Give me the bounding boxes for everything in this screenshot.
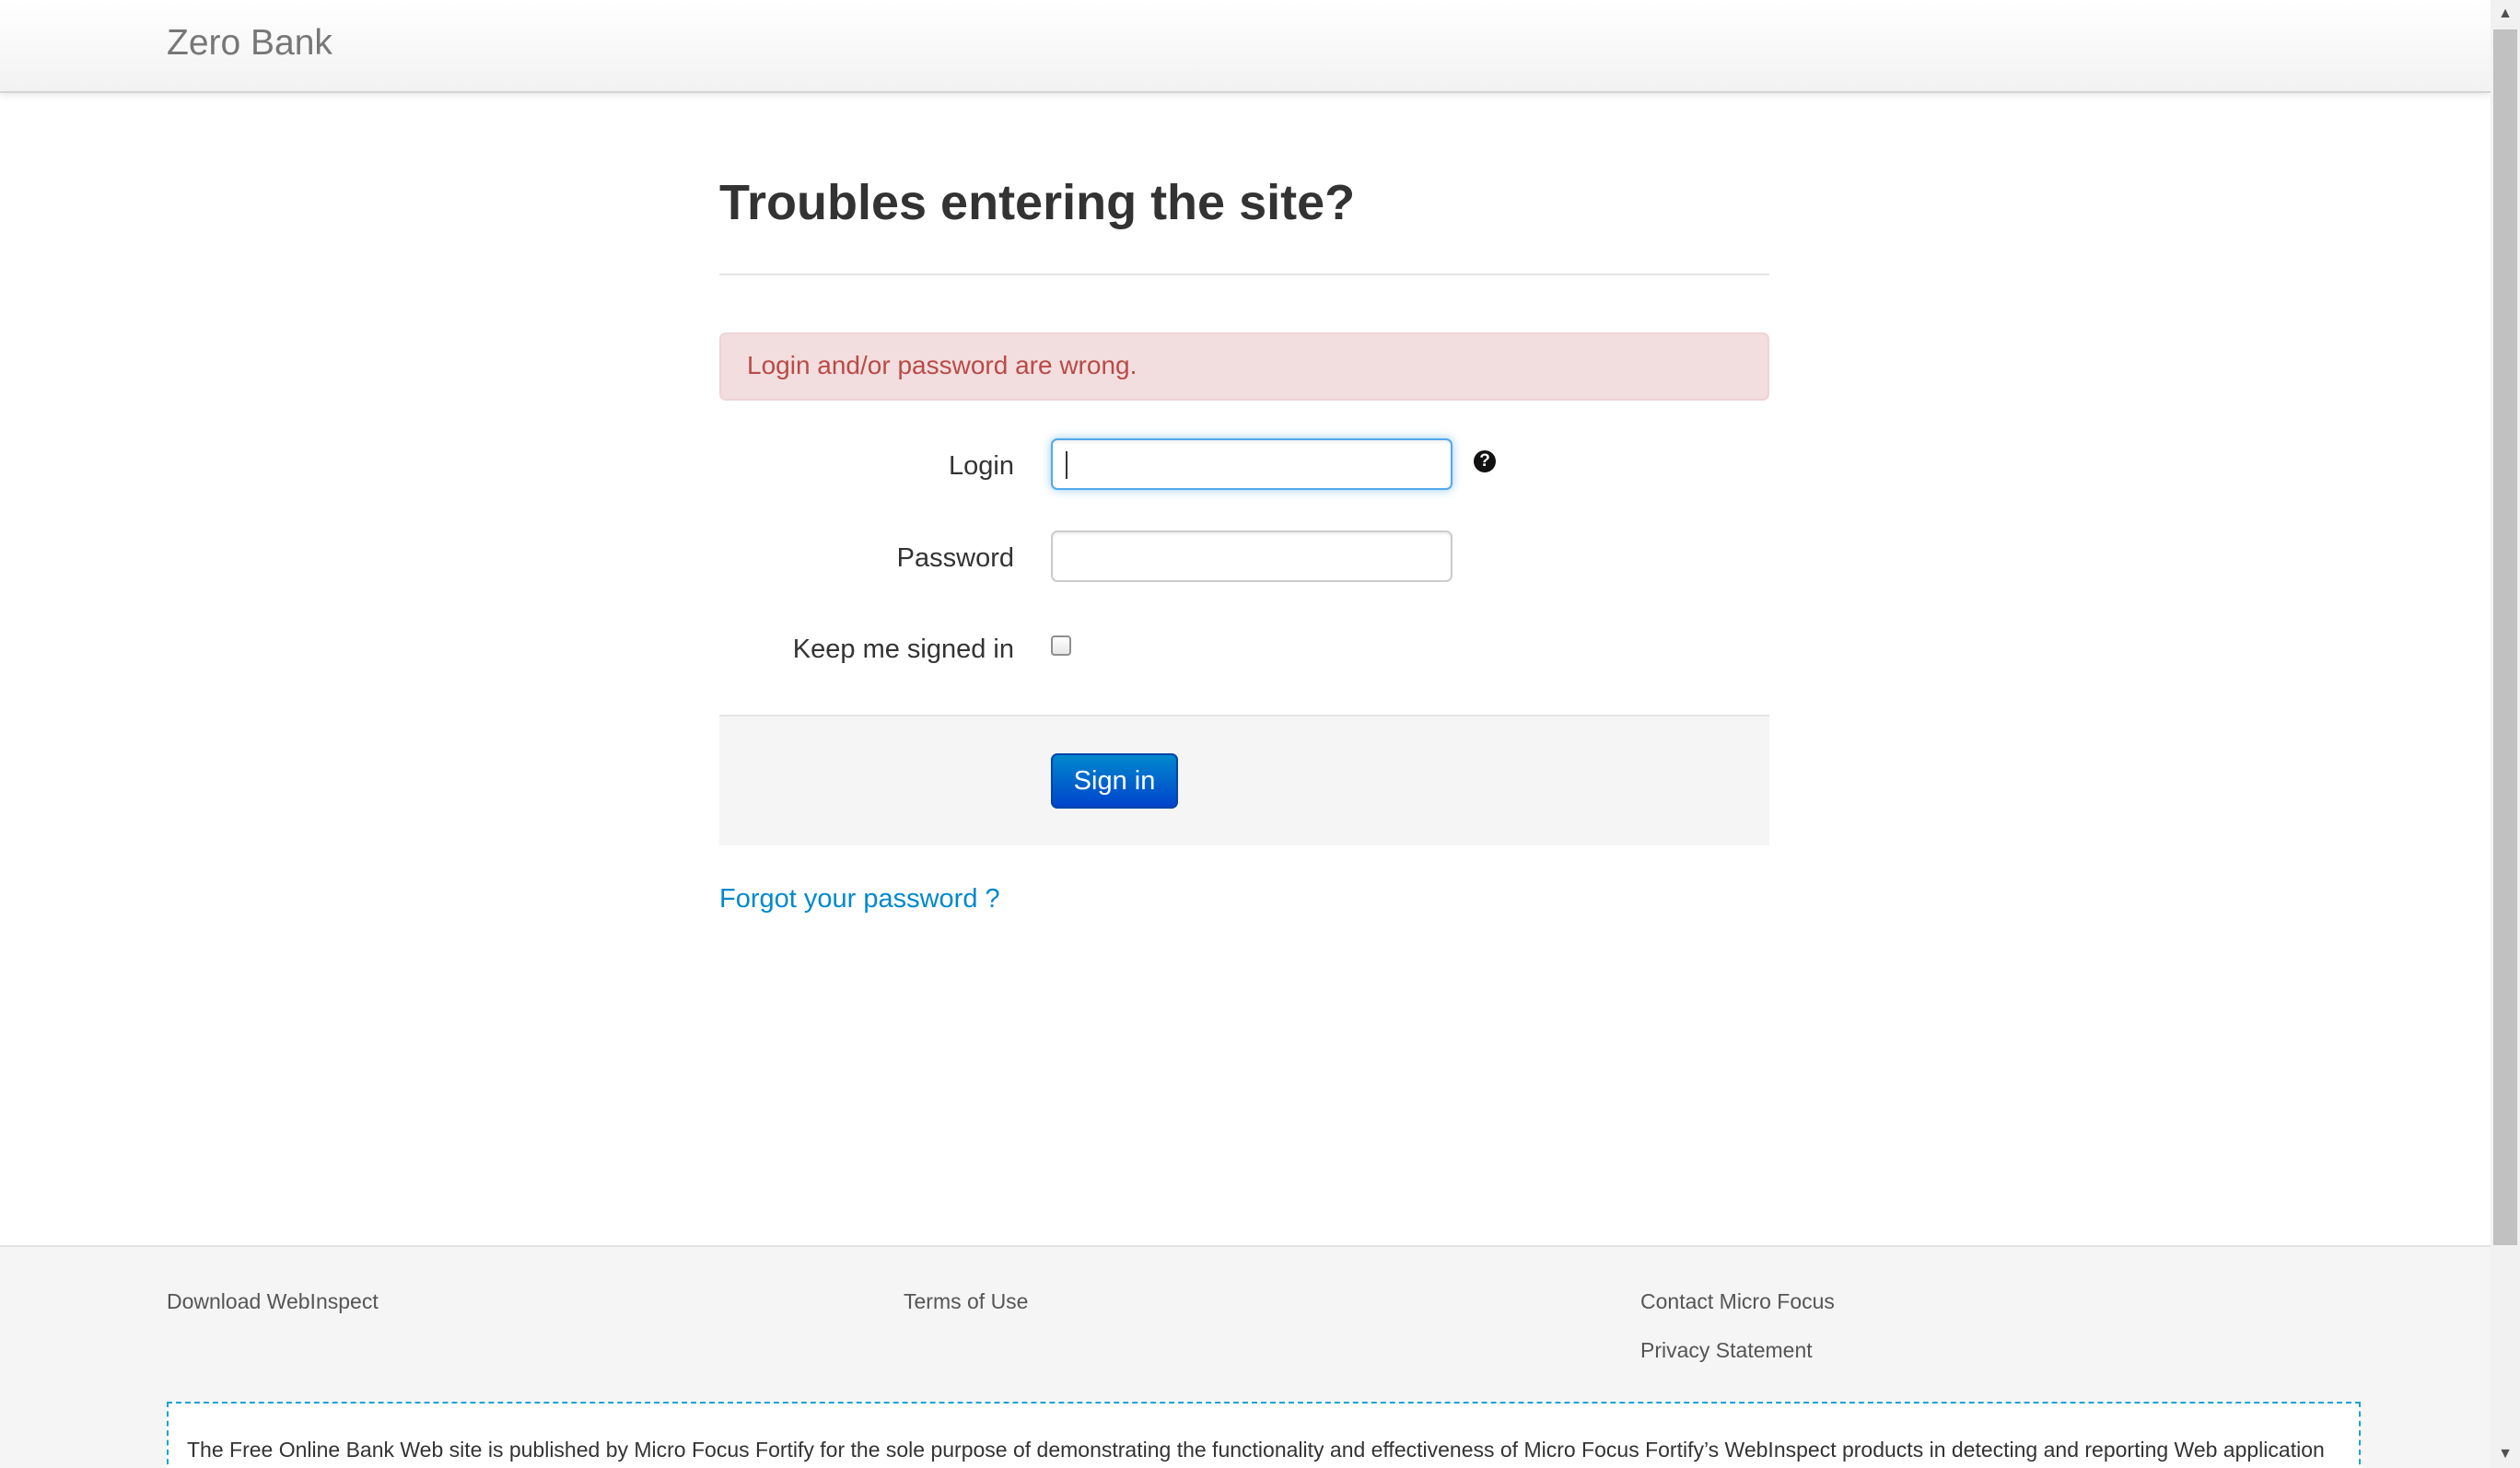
navbar: Zero Bank	[0, 0, 2491, 93]
forgot-password-link[interactable]: Forgot your password ?	[719, 884, 1000, 915]
main-content: Troubles entering the site? Login and/or…	[719, 166, 1769, 914]
vertical-scrollbar[interactable]: ▲ ▼	[2491, 0, 2520, 1468]
password-input[interactable]	[1051, 530, 1452, 582]
scrollbar-thumb[interactable]	[2493, 29, 2517, 1245]
page-title: Troubles entering the site?	[719, 175, 1356, 230]
title-divider	[719, 274, 1769, 275]
disclaimer-box: The Free Online Bank Web site is publish…	[167, 1402, 2361, 1468]
download-webinspect-link[interactable]: Download WebInspect	[167, 1289, 379, 1314]
password-label: Password	[896, 543, 1014, 573]
scroll-down-arrow-icon[interactable]: ▼	[2491, 1440, 2520, 1468]
error-alert-text: Login and/or password are wrong.	[747, 351, 1138, 379]
disclaimer-text: The Free Online Bank Web site is publish…	[187, 1438, 2325, 1462]
question-circle-icon[interactable]: ?	[1474, 450, 1496, 472]
page: Zero Bank Troubles entering the site? Lo…	[0, 0, 2491, 1468]
contact-micro-focus-link[interactable]: Contact Micro Focus	[1640, 1289, 1835, 1314]
login-label: Login	[949, 451, 1014, 481]
keep-signed-in-checkbox[interactable]	[1051, 635, 1071, 656]
text-caret	[1066, 451, 1068, 479]
terms-of-use-link[interactable]: Terms of Use	[904, 1289, 1028, 1314]
keep-signed-in-label: Keep me signed in	[792, 635, 1014, 664]
form-actions: Sign in	[719, 715, 1769, 845]
sign-in-button[interactable]: Sign in	[1051, 753, 1178, 809]
brand-link[interactable]: Zero Bank	[167, 23, 332, 64]
error-alert: Login and/or password are wrong.	[719, 332, 1769, 401]
footer: Download WebInspect Terms of Use Contact…	[0, 1245, 2491, 1468]
scroll-up-arrow-icon[interactable]: ▲	[2491, 0, 2520, 28]
login-input[interactable]	[1051, 438, 1452, 490]
privacy-statement-link[interactable]: Privacy Statement	[1640, 1338, 1813, 1363]
